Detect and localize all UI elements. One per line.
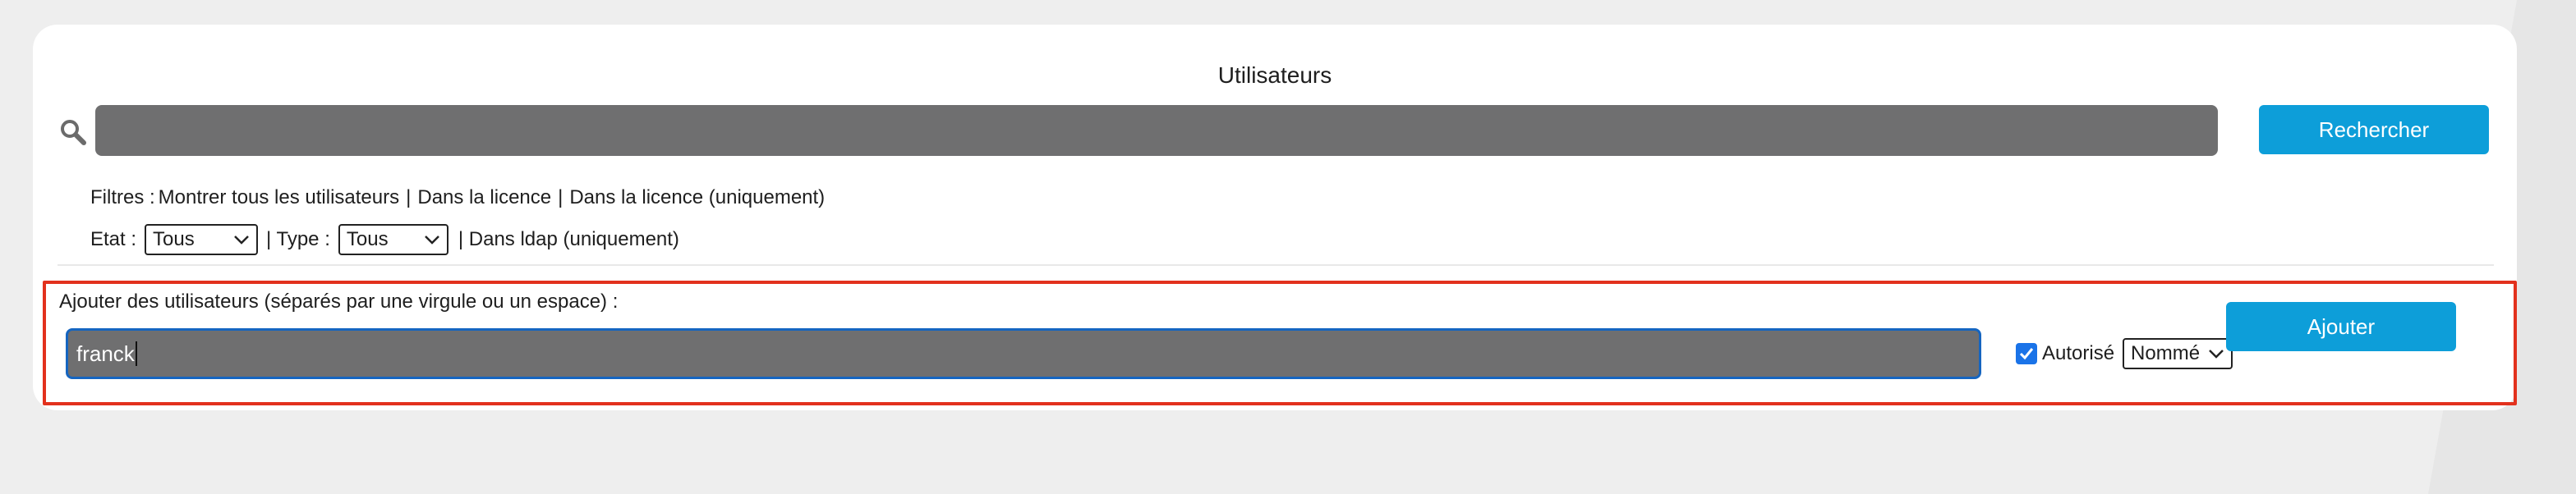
add-button[interactable]: Ajouter (2226, 302, 2456, 351)
state-row: Etat : Tous | Type : Tous | Dans ldap (u… (90, 223, 679, 256)
add-users-label: Ajouter des utilisateurs (séparés par un… (59, 290, 619, 313)
role-select-value: Nommé (2131, 342, 2201, 364)
chevron-down-icon (234, 236, 249, 245)
add-users-input-value: franck (76, 341, 135, 366)
type-select[interactable]: Tous (338, 224, 448, 255)
authorized-label: Autorisé (2042, 342, 2115, 364)
filter-ldap-only-link[interactable]: | Dans ldap (uniquement) (458, 228, 679, 251)
search-button[interactable]: Rechercher (2259, 105, 2489, 154)
check-icon (2019, 348, 2034, 360)
type-select-value: Tous (346, 228, 389, 250)
chevron-down-icon (2209, 350, 2224, 359)
add-users-section: Ajouter des utilisateurs (séparés par un… (43, 281, 2517, 405)
filter-in-license-only-link[interactable]: Dans la licence (uniquement) (569, 186, 825, 209)
text-caret (135, 341, 137, 366)
role-select[interactable]: Nommé (2123, 338, 2233, 369)
filter-separator: | (558, 186, 564, 208)
type-label: | Type : (266, 228, 330, 250)
divider (58, 264, 2494, 266)
filter-in-license-link[interactable]: Dans la licence (417, 186, 551, 209)
etat-label: Etat : (90, 228, 137, 250)
page-title: Utilisateurs (1217, 62, 1332, 88)
filter-separator: | (406, 186, 412, 208)
filters-label: Filtres : (90, 186, 155, 208)
chevron-down-icon (424, 236, 439, 245)
authorized-group: Autorisé Nommé (2016, 338, 2233, 369)
etat-select[interactable]: Tous (145, 224, 259, 255)
add-users-input[interactable]: franck (66, 328, 1981, 379)
filters-row: Filtres : Montrer tous les utilisateurs … (90, 184, 825, 212)
filter-show-all-link[interactable]: Montrer tous les utilisateurs (159, 186, 399, 209)
search-icon (61, 120, 86, 145)
authorized-checkbox[interactable] (2016, 343, 2037, 364)
search-input[interactable] (95, 105, 2218, 156)
etat-select-value: Tous (153, 228, 195, 250)
